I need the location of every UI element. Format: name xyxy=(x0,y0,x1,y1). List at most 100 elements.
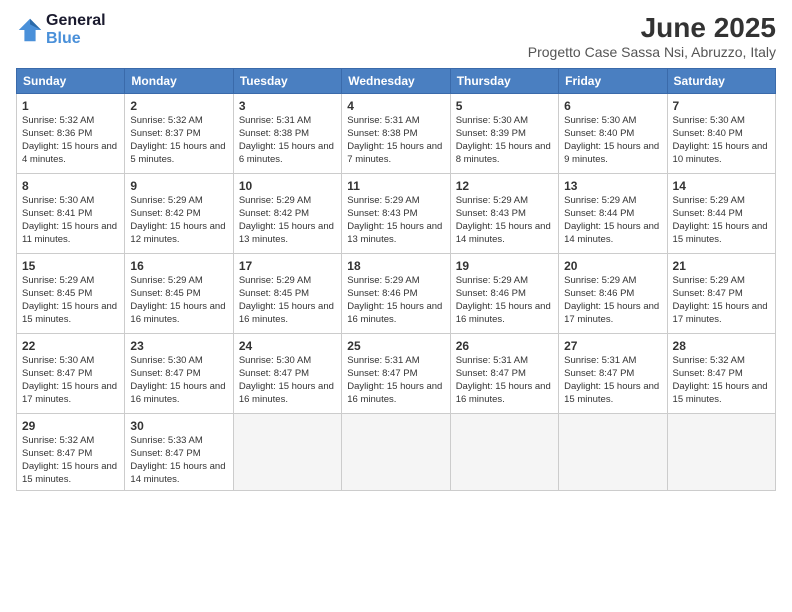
day-number: 4 xyxy=(347,98,444,114)
day-number: 20 xyxy=(564,258,661,274)
logo: General Blue xyxy=(16,12,106,47)
calendar-cell xyxy=(450,414,558,491)
calendar-cell: 15 Sunrise: 5:29 AMSunset: 8:45 PMDaylig… xyxy=(17,254,125,334)
day-info: Sunrise: 5:32 AMSunset: 8:47 PMDaylight:… xyxy=(673,355,768,404)
calendar-cell: 27 Sunrise: 5:31 AMSunset: 8:47 PMDaylig… xyxy=(559,334,667,414)
calendar-cell: 1 Sunrise: 5:32 AMSunset: 8:36 PMDayligh… xyxy=(17,94,125,174)
day-number: 24 xyxy=(239,338,336,354)
header: General Blue June 2025 Progetto Case Sas… xyxy=(16,12,776,60)
day-info: Sunrise: 5:30 AMSunset: 8:47 PMDaylight:… xyxy=(239,355,334,404)
day-number: 21 xyxy=(673,258,770,274)
day-info: Sunrise: 5:29 AMSunset: 8:47 PMDaylight:… xyxy=(673,275,768,324)
calendar-cell: 18 Sunrise: 5:29 AMSunset: 8:46 PMDaylig… xyxy=(342,254,450,334)
calendar-cell: 19 Sunrise: 5:29 AMSunset: 8:46 PMDaylig… xyxy=(450,254,558,334)
day-info: Sunrise: 5:31 AMSunset: 8:47 PMDaylight:… xyxy=(564,355,659,404)
logo-icon xyxy=(16,16,44,44)
day-number: 23 xyxy=(130,338,227,354)
day-info: Sunrise: 5:32 AMSunset: 8:47 PMDaylight:… xyxy=(22,435,117,484)
calendar-cell: 14 Sunrise: 5:29 AMSunset: 8:44 PMDaylig… xyxy=(667,174,775,254)
day-number: 2 xyxy=(130,98,227,114)
calendar-cell: 11 Sunrise: 5:29 AMSunset: 8:43 PMDaylig… xyxy=(342,174,450,254)
day-info: Sunrise: 5:29 AMSunset: 8:45 PMDaylight:… xyxy=(22,275,117,324)
calendar-cell: 23 Sunrise: 5:30 AMSunset: 8:47 PMDaylig… xyxy=(125,334,233,414)
calendar-cell: 12 Sunrise: 5:29 AMSunset: 8:43 PMDaylig… xyxy=(450,174,558,254)
calendar-cell: 21 Sunrise: 5:29 AMSunset: 8:47 PMDaylig… xyxy=(667,254,775,334)
calendar-cell: 16 Sunrise: 5:29 AMSunset: 8:45 PMDaylig… xyxy=(125,254,233,334)
subtitle: Progetto Case Sassa Nsi, Abruzzo, Italy xyxy=(528,44,776,60)
day-info: Sunrise: 5:30 AMSunset: 8:47 PMDaylight:… xyxy=(130,355,225,404)
day-info: Sunrise: 5:29 AMSunset: 8:46 PMDaylight:… xyxy=(347,275,442,324)
day-info: Sunrise: 5:29 AMSunset: 8:45 PMDaylight:… xyxy=(130,275,225,324)
calendar-cell xyxy=(667,414,775,491)
day-number: 5 xyxy=(456,98,553,114)
dow-header: Friday xyxy=(559,69,667,94)
day-info: Sunrise: 5:32 AMSunset: 8:36 PMDaylight:… xyxy=(22,115,117,164)
calendar-cell: 10 Sunrise: 5:29 AMSunset: 8:42 PMDaylig… xyxy=(233,174,341,254)
day-number: 7 xyxy=(673,98,770,114)
calendar-cell: 20 Sunrise: 5:29 AMSunset: 8:46 PMDaylig… xyxy=(559,254,667,334)
day-info: Sunrise: 5:29 AMSunset: 8:44 PMDaylight:… xyxy=(673,195,768,244)
day-number: 13 xyxy=(564,178,661,194)
dow-header: Monday xyxy=(125,69,233,94)
day-info: Sunrise: 5:30 AMSunset: 8:40 PMDaylight:… xyxy=(564,115,659,164)
calendar-cell: 13 Sunrise: 5:29 AMSunset: 8:44 PMDaylig… xyxy=(559,174,667,254)
dow-header: Wednesday xyxy=(342,69,450,94)
day-number: 11 xyxy=(347,178,444,194)
calendar-cell: 9 Sunrise: 5:29 AMSunset: 8:42 PMDayligh… xyxy=(125,174,233,254)
calendar-cell: 3 Sunrise: 5:31 AMSunset: 8:38 PMDayligh… xyxy=(233,94,341,174)
logo-text-line2: Blue xyxy=(46,30,106,48)
day-number: 28 xyxy=(673,338,770,354)
day-number: 15 xyxy=(22,258,119,274)
day-number: 9 xyxy=(130,178,227,194)
day-info: Sunrise: 5:31 AMSunset: 8:38 PMDaylight:… xyxy=(239,115,334,164)
day-info: Sunrise: 5:31 AMSunset: 8:38 PMDaylight:… xyxy=(347,115,442,164)
day-number: 8 xyxy=(22,178,119,194)
day-info: Sunrise: 5:30 AMSunset: 8:47 PMDaylight:… xyxy=(22,355,117,404)
day-number: 25 xyxy=(347,338,444,354)
day-info: Sunrise: 5:31 AMSunset: 8:47 PMDaylight:… xyxy=(456,355,551,404)
day-info: Sunrise: 5:30 AMSunset: 8:40 PMDaylight:… xyxy=(673,115,768,164)
day-number: 29 xyxy=(22,418,119,434)
day-info: Sunrise: 5:32 AMSunset: 8:37 PMDaylight:… xyxy=(130,115,225,164)
day-number: 26 xyxy=(456,338,553,354)
day-info: Sunrise: 5:29 AMSunset: 8:43 PMDaylight:… xyxy=(347,195,442,244)
day-info: Sunrise: 5:29 AMSunset: 8:45 PMDaylight:… xyxy=(239,275,334,324)
day-info: Sunrise: 5:29 AMSunset: 8:46 PMDaylight:… xyxy=(456,275,551,324)
calendar-cell: 7 Sunrise: 5:30 AMSunset: 8:40 PMDayligh… xyxy=(667,94,775,174)
title-block: June 2025 Progetto Case Sassa Nsi, Abruz… xyxy=(528,12,776,60)
day-number: 10 xyxy=(239,178,336,194)
day-number: 30 xyxy=(130,418,227,434)
day-number: 22 xyxy=(22,338,119,354)
calendar-cell: 28 Sunrise: 5:32 AMSunset: 8:47 PMDaylig… xyxy=(667,334,775,414)
calendar-cell: 4 Sunrise: 5:31 AMSunset: 8:38 PMDayligh… xyxy=(342,94,450,174)
calendar-cell xyxy=(342,414,450,491)
calendar-cell: 5 Sunrise: 5:30 AMSunset: 8:39 PMDayligh… xyxy=(450,94,558,174)
day-info: Sunrise: 5:30 AMSunset: 8:39 PMDaylight:… xyxy=(456,115,551,164)
dow-header: Thursday xyxy=(450,69,558,94)
day-info: Sunrise: 5:29 AMSunset: 8:43 PMDaylight:… xyxy=(456,195,551,244)
logo-text-line1: General xyxy=(46,12,106,30)
dow-header: Sunday xyxy=(17,69,125,94)
calendar-cell: 25 Sunrise: 5:31 AMSunset: 8:47 PMDaylig… xyxy=(342,334,450,414)
calendar-cell: 6 Sunrise: 5:30 AMSunset: 8:40 PMDayligh… xyxy=(559,94,667,174)
calendar-cell xyxy=(559,414,667,491)
day-number: 6 xyxy=(564,98,661,114)
day-number: 16 xyxy=(130,258,227,274)
calendar-cell: 2 Sunrise: 5:32 AMSunset: 8:37 PMDayligh… xyxy=(125,94,233,174)
calendar-cell xyxy=(233,414,341,491)
calendar: SundayMondayTuesdayWednesdayThursdayFrid… xyxy=(16,68,776,491)
day-info: Sunrise: 5:29 AMSunset: 8:44 PMDaylight:… xyxy=(564,195,659,244)
day-number: 12 xyxy=(456,178,553,194)
calendar-cell: 22 Sunrise: 5:30 AMSunset: 8:47 PMDaylig… xyxy=(17,334,125,414)
day-info: Sunrise: 5:30 AMSunset: 8:41 PMDaylight:… xyxy=(22,195,117,244)
day-number: 18 xyxy=(347,258,444,274)
day-number: 1 xyxy=(22,98,119,114)
day-number: 27 xyxy=(564,338,661,354)
day-number: 14 xyxy=(673,178,770,194)
day-info: Sunrise: 5:29 AMSunset: 8:42 PMDaylight:… xyxy=(239,195,334,244)
day-info: Sunrise: 5:31 AMSunset: 8:47 PMDaylight:… xyxy=(347,355,442,404)
calendar-cell: 17 Sunrise: 5:29 AMSunset: 8:45 PMDaylig… xyxy=(233,254,341,334)
calendar-cell: 30 Sunrise: 5:33 AMSunset: 8:47 PMDaylig… xyxy=(125,414,233,491)
day-info: Sunrise: 5:29 AMSunset: 8:46 PMDaylight:… xyxy=(564,275,659,324)
day-number: 3 xyxy=(239,98,336,114)
